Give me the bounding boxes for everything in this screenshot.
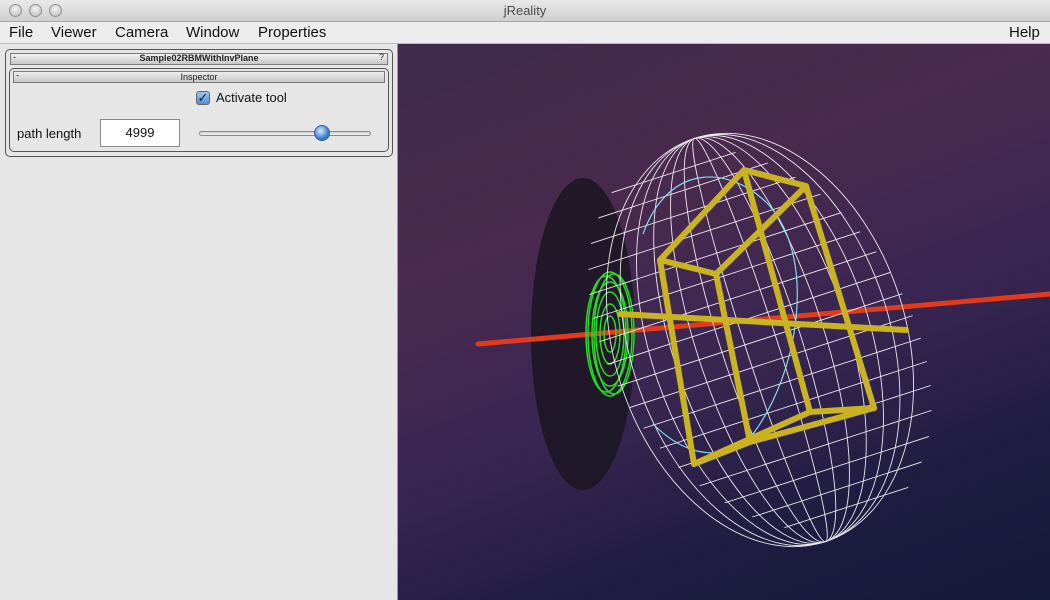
sample-title-bar[interactable]: - Sample02RBMWithInvPlane ? xyxy=(10,52,388,65)
activate-tool-checkbox[interactable]: ✓ xyxy=(196,91,210,105)
activate-tool-label: Activate tool xyxy=(216,90,287,105)
sample-title: Sample02RBMWithInvPlane xyxy=(139,53,259,63)
inspector-title-bar[interactable]: - Inspector xyxy=(13,70,385,83)
window-title-bar: jReality xyxy=(0,0,1050,22)
path-length-slider[interactable] xyxy=(199,131,371,136)
menu-help[interactable]: Help xyxy=(1009,24,1040,41)
menu-viewer[interactable]: Viewer xyxy=(51,24,97,41)
menu-file[interactable]: File xyxy=(9,24,33,41)
help-icon[interactable]: ? xyxy=(379,52,384,62)
slider-thumb[interactable] xyxy=(314,125,331,141)
menu-bar: File Viewer Camera Window Properties Hel… xyxy=(0,22,1050,44)
path-length-label: path length xyxy=(17,126,82,141)
inspector-title: Inspector xyxy=(180,72,218,82)
window-title: jReality xyxy=(503,3,547,18)
sample-frame: - Sample02RBMWithInvPlane ? - Inspector … xyxy=(5,49,393,157)
path-length-input[interactable]: 4999 xyxy=(100,119,180,147)
menu-properties[interactable]: Properties xyxy=(258,24,326,41)
scene-canvas xyxy=(475,113,1050,568)
3d-viewport[interactable] xyxy=(398,44,1050,600)
inspector-frame: - Inspector ✓ Activate tool path length … xyxy=(9,68,389,152)
plugin-panel: - Sample02RBMWithInvPlane ? - Inspector … xyxy=(0,44,398,600)
menu-camera[interactable]: Camera xyxy=(115,24,168,41)
menu-window[interactable]: Window xyxy=(186,24,239,41)
